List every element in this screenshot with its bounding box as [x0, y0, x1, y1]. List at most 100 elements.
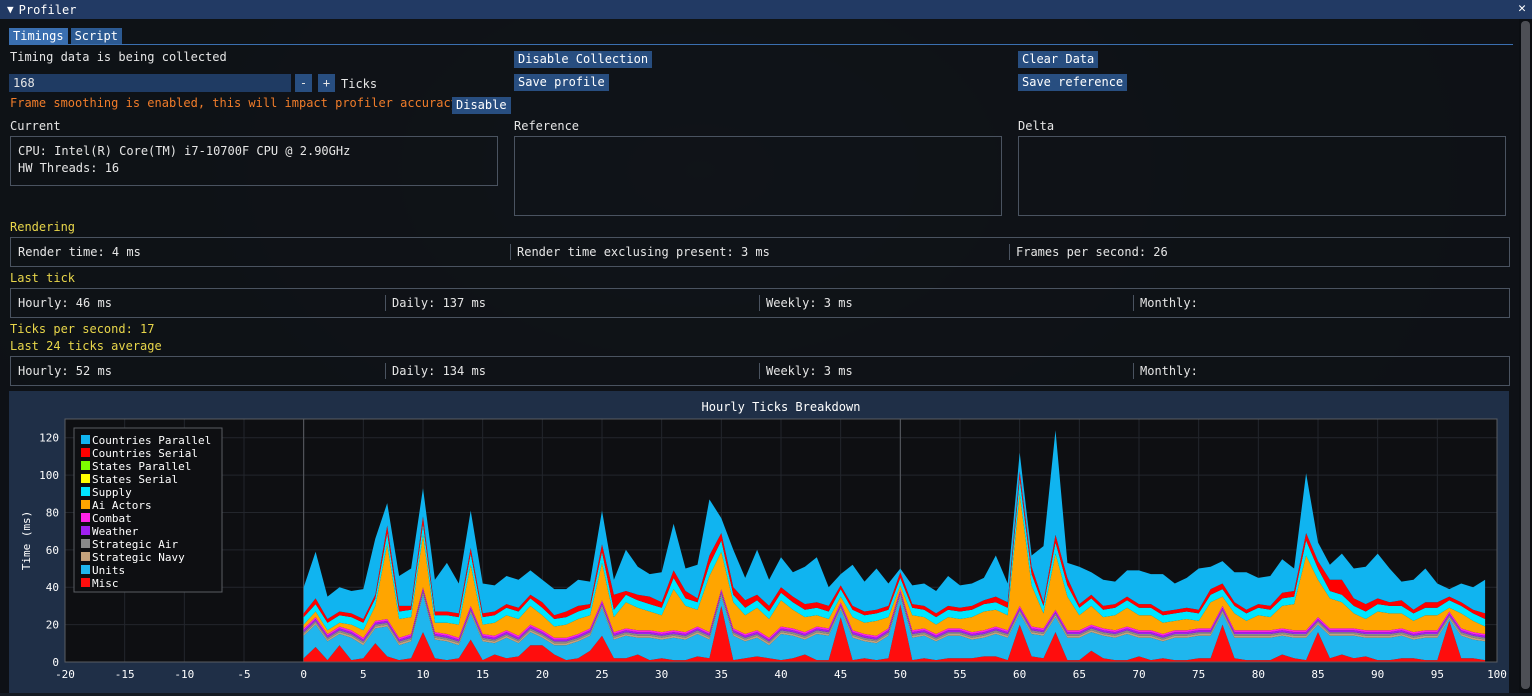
- x-tick-label: 55: [953, 668, 966, 681]
- y-tick-label: 100: [39, 469, 59, 482]
- legend-swatch: [81, 474, 90, 483]
- ticks-input[interactable]: 168: [9, 74, 291, 92]
- x-tick-label: 80: [1252, 668, 1265, 681]
- average-heading: Last 24 ticks average: [10, 339, 162, 353]
- legend-entry: Countries Parallel: [92, 434, 211, 447]
- legend-entry: Countries Serial: [92, 447, 198, 460]
- avg-monthly: Monthly:: [1133, 357, 1507, 385]
- legend-swatch: [81, 565, 90, 574]
- x-tick-label: 15: [476, 668, 489, 681]
- cpu-info: CPU: Intel(R) Core(TM) i7-10700F CPU @ 2…: [18, 144, 351, 158]
- delta-panel: [1018, 136, 1506, 216]
- legend-swatch: [81, 539, 90, 548]
- x-tick-label: 50: [894, 668, 907, 681]
- x-tick-label: 5: [360, 668, 367, 681]
- legend-swatch: [81, 448, 90, 457]
- x-tick-label: 40: [774, 668, 787, 681]
- avg-hourly: Hourly: 52 ms: [18, 364, 112, 378]
- rendering-heading: Rendering: [10, 220, 76, 234]
- y-axis-label: Time (ms): [20, 511, 33, 571]
- legend-swatch: [81, 487, 90, 496]
- window-title: Profiler: [18, 2, 77, 17]
- last-tick-row: Hourly: 46 ms Daily: 137 ms Weekly: 3 ms…: [10, 288, 1510, 318]
- render-time-excl-present: Render time exclusing present: 3 ms: [510, 238, 1009, 266]
- legend-swatch: [81, 461, 90, 470]
- legend-entry: Strategic Navy: [92, 551, 185, 564]
- ticks-plus-button[interactable]: +: [318, 74, 335, 92]
- tab-bar: Timings Script: [9, 28, 122, 45]
- scrollbar-thumb[interactable]: [1521, 21, 1530, 689]
- legend-entry: Strategic Air: [92, 538, 178, 551]
- legend-entry: Misc: [92, 577, 119, 590]
- x-tick-label: 95: [1431, 668, 1444, 681]
- x-tick-label: 20: [536, 668, 549, 681]
- disable-collection-button[interactable]: Disable Collection: [514, 51, 653, 68]
- clear-data-button[interactable]: Clear Data: [1018, 51, 1099, 68]
- hw-threads: HW Threads: 16: [18, 161, 120, 175]
- render-time: Render time: 4 ms: [18, 245, 141, 259]
- legend-swatch: [81, 435, 90, 444]
- x-tick-label: 70: [1132, 668, 1145, 681]
- legend-entry: Combat: [92, 512, 132, 525]
- collection-status: Timing data is being collected: [10, 50, 227, 64]
- x-tick-label: 25: [595, 668, 608, 681]
- current-label: Current: [10, 119, 61, 133]
- collapse-icon[interactable]: ▼: [7, 3, 14, 16]
- x-tick-label: 60: [1013, 668, 1026, 681]
- x-tick-label: -20: [55, 668, 75, 681]
- x-tick-label: 85: [1311, 668, 1324, 681]
- y-tick-label: 120: [39, 432, 59, 445]
- chart-frame: 0 20 40 60 80 100 120 -20 -15 -10 -5 0 5 10 15 20 25 30 35…: [9, 391, 1509, 693]
- x-tick-label: 35: [715, 668, 728, 681]
- legend-entry: Ai Actors: [92, 499, 152, 512]
- x-tick-label: 65: [1073, 668, 1086, 681]
- x-tick-label: 75: [1192, 668, 1205, 681]
- x-tick-label: 30: [655, 668, 668, 681]
- hourly-ticks-chart[interactable]: 020406080100120-20 -15 -10 -5 0 5 10 15 20 25 30 35…: [9, 391, 1509, 693]
- x-tick-label: 90: [1371, 668, 1384, 681]
- legend-entry: States Parallel: [92, 460, 191, 473]
- rendering-row: Render time: 4 ms Render time exclusing …: [10, 237, 1510, 267]
- legend-swatch: [81, 578, 90, 587]
- tab-script[interactable]: Script: [70, 28, 122, 45]
- x-tick-label: -5: [237, 668, 250, 681]
- legend-swatch: [81, 513, 90, 522]
- profiler-window: ▼ Profiler ✕ Timings Script Timing data …: [0, 0, 1532, 693]
- x-tick-label: -10: [174, 668, 194, 681]
- reference-panel: [514, 136, 1002, 216]
- disable-smoothing-button[interactable]: Disable: [452, 97, 511, 114]
- legend-entry: Supply: [92, 486, 132, 499]
- last-tick-heading: Last tick: [10, 271, 76, 285]
- x-tick-label: 0: [300, 668, 307, 681]
- x-tick-label: 10: [416, 668, 429, 681]
- ticks-minus-button[interactable]: -: [295, 74, 312, 92]
- legend-entry: Weather: [92, 525, 139, 538]
- save-profile-button[interactable]: Save profile: [514, 74, 609, 91]
- legend-swatch: [81, 526, 90, 535]
- y-tick-label: 60: [46, 544, 59, 557]
- x-tick-label: 100: [1487, 668, 1507, 681]
- legend-swatch: [81, 500, 90, 509]
- tab-timings[interactable]: Timings: [9, 28, 68, 45]
- y-tick-label: 40: [46, 581, 59, 594]
- close-icon[interactable]: ✕: [1518, 1, 1526, 16]
- tab-underline: [9, 44, 1513, 45]
- avg-weekly: Weekly: 3 ms: [759, 357, 1133, 385]
- last-tick-weekly: Weekly: 3 ms: [759, 289, 1133, 317]
- avg-daily: Daily: 134 ms: [385, 357, 759, 385]
- profiler-titlebar[interactable]: ▼ Profiler ✕: [0, 0, 1532, 19]
- ticks-per-second: Ticks per second: 17: [10, 322, 155, 336]
- last-tick-daily: Daily: 137 ms: [385, 289, 759, 317]
- save-reference-button[interactable]: Save reference: [1018, 74, 1128, 91]
- x-tick-label: 45: [834, 668, 847, 681]
- delta-label: Delta: [1018, 119, 1055, 133]
- last-tick-hourly: Hourly: 46 ms: [18, 296, 112, 310]
- chart-title: Hourly Ticks Breakdown: [702, 400, 861, 414]
- frames-per-second: Frames per second: 26: [1009, 238, 1508, 266]
- last-tick-monthly: Monthly:: [1133, 289, 1507, 317]
- legend-entry: States Serial: [92, 473, 178, 486]
- legend-entry: Units: [92, 564, 125, 577]
- frame-smoothing-warning: Frame smoothing is enabled, this will im…: [10, 96, 458, 110]
- average-row: Hourly: 52 ms Daily: 134 ms Weekly: 3 ms…: [10, 356, 1510, 386]
- y-tick-label: 20: [46, 619, 59, 632]
